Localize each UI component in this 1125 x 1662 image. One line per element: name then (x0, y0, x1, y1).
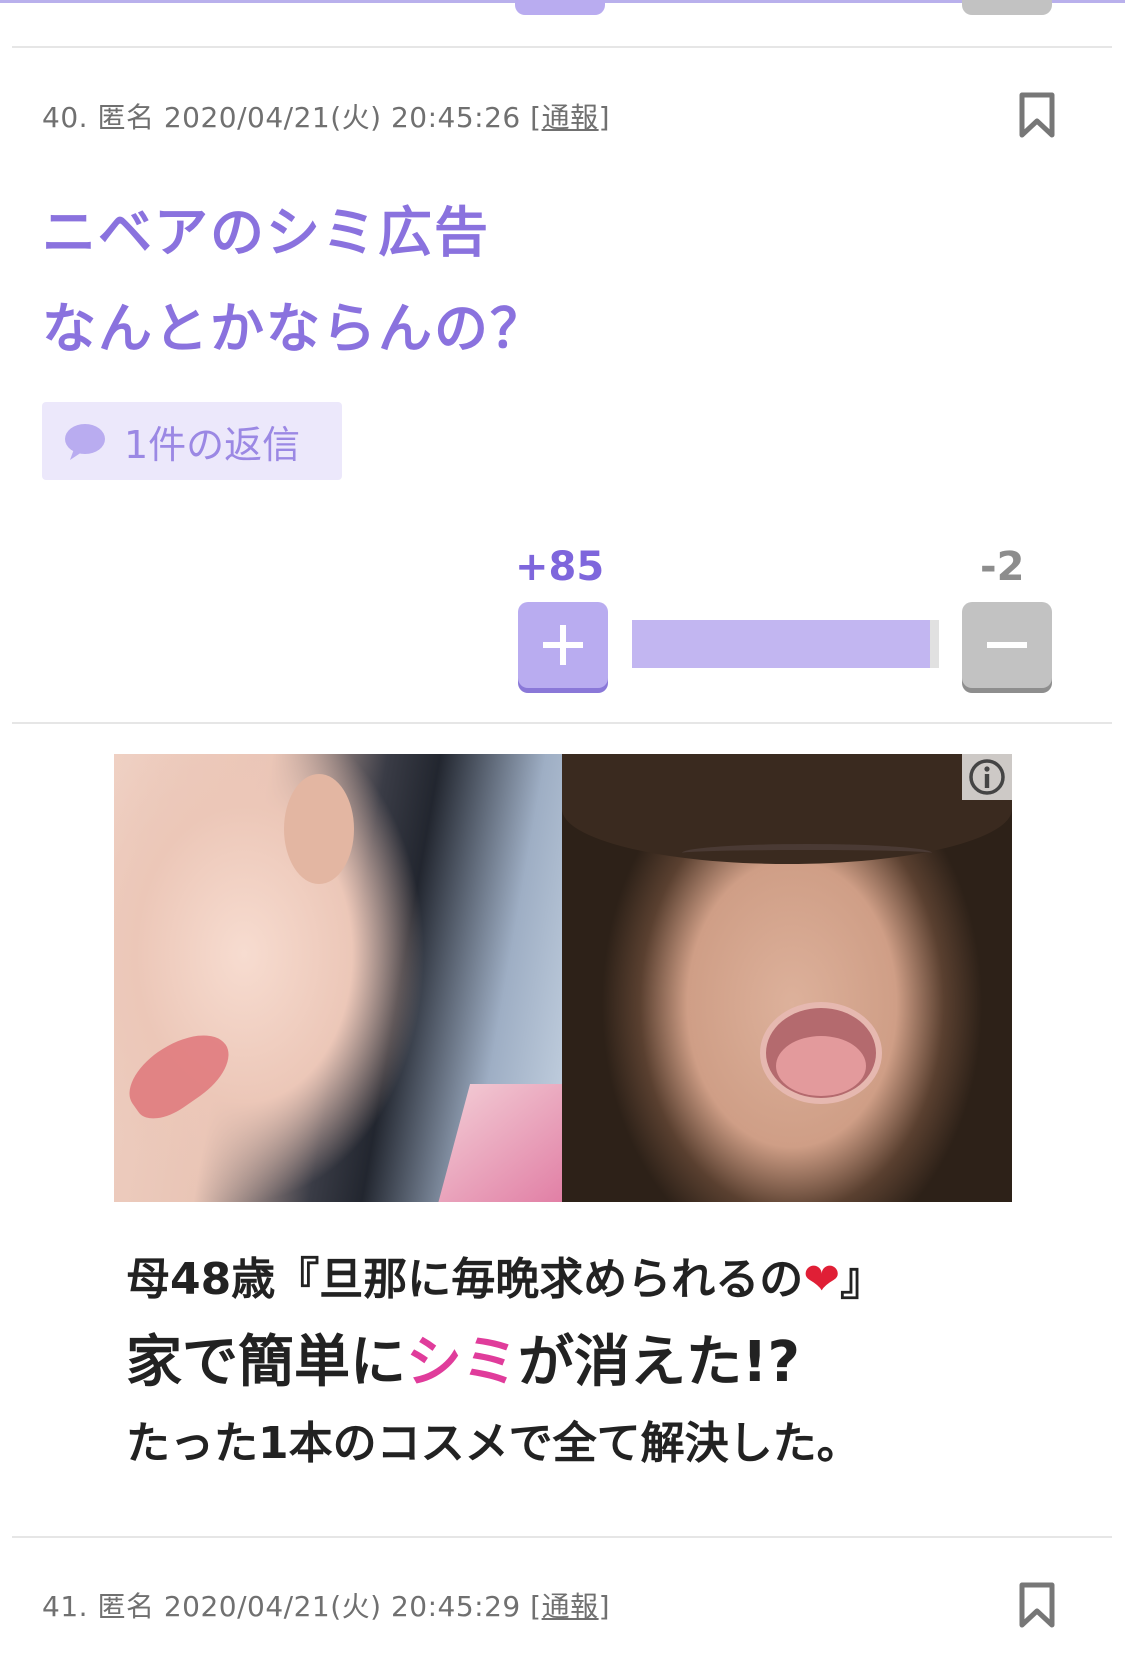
report-link[interactable]: []通報] (530, 1590, 610, 1623)
comment-datetime: 2020/04/21(火) 20:45:29 (163, 1590, 521, 1623)
comment-body-line-1: ニベアのシミ広告 (42, 201, 490, 264)
ad-image-left-face (114, 754, 562, 1202)
comment-number: 40. (42, 101, 89, 134)
ad-image-eyes (682, 844, 932, 862)
heart-icon: ❤ (803, 1254, 841, 1305)
info-icon[interactable] (962, 754, 1012, 800)
comment-divider (12, 1536, 1112, 1538)
comment-author: 匿名 (97, 1590, 155, 1623)
plus-icon (543, 625, 583, 665)
minus-vote-button[interactable] (962, 602, 1052, 688)
speech-bubble-icon (65, 424, 105, 460)
minus-vote-count: -2 (980, 544, 1025, 590)
ad-image-right-face (562, 754, 1012, 1202)
ad-image-tongue (776, 1036, 866, 1096)
ad-headline-line-1: 母48歳『旦那に毎晩求められるの❤』 (126, 1254, 885, 1305)
comment-number: 41. (42, 1590, 89, 1623)
ad-image-shirt (437, 1084, 562, 1202)
info-glyph (969, 759, 1005, 795)
ad-image[interactable] (114, 754, 1012, 1202)
bookmark-icon[interactable] (1019, 92, 1055, 138)
reply-count-button[interactable]: 1件の返信 (42, 402, 342, 480)
previous-plus-button[interactable] (515, 0, 605, 15)
comment-divider (12, 46, 1112, 48)
vote-ratio-fill (632, 620, 930, 668)
ad-headline-line-2: 家で簡単にシミが消えた!? (126, 1330, 801, 1395)
ad-headline-line-3: たった1本のコスメで全て解決した。 (126, 1418, 861, 1469)
comment-datetime: 2020/04/21(火) 20:45:26 (163, 101, 521, 134)
previous-minus-button[interactable] (962, 0, 1052, 15)
comment-41-meta: 41. 匿名 2020/04/21(火) 20:45:29 []通報] (42, 1585, 610, 1625)
report-link[interactable]: [通報] (530, 101, 610, 134)
vote-ratio-bar (632, 620, 939, 668)
advertisement[interactable]: 母48歳『旦那に毎晩求められるの❤』 家で簡単にシミが消えた!? たった1本のコ… (114, 754, 1012, 1480)
reply-count-label: 1件の返信 (124, 422, 301, 467)
plus-vote-button[interactable] (518, 602, 608, 688)
comment-40-meta: 40. 匿名 2020/04/21(火) 20:45:26 [通報] (42, 96, 610, 136)
ad-image-ear (284, 774, 354, 884)
plus-vote-count: +85 (515, 544, 605, 590)
ad-headline[interactable]: 母48歳『旦那に毎晩求められるの❤』 家で簡単にシミが消えた!? たった1本のコ… (126, 1242, 1012, 1480)
ad-image-lips (116, 1017, 242, 1131)
comment-body-line-2: なんとかならんの？ (42, 297, 546, 360)
comment-author: 匿名 (97, 101, 155, 134)
bookmark-icon[interactable] (1019, 1582, 1055, 1628)
minus-icon (987, 642, 1027, 648)
comment-divider (12, 722, 1112, 724)
comment-body: ニベアのシミ広告 なんとかならんの？ (42, 185, 546, 377)
ad-highlight-text: シミ (406, 1330, 518, 1395)
